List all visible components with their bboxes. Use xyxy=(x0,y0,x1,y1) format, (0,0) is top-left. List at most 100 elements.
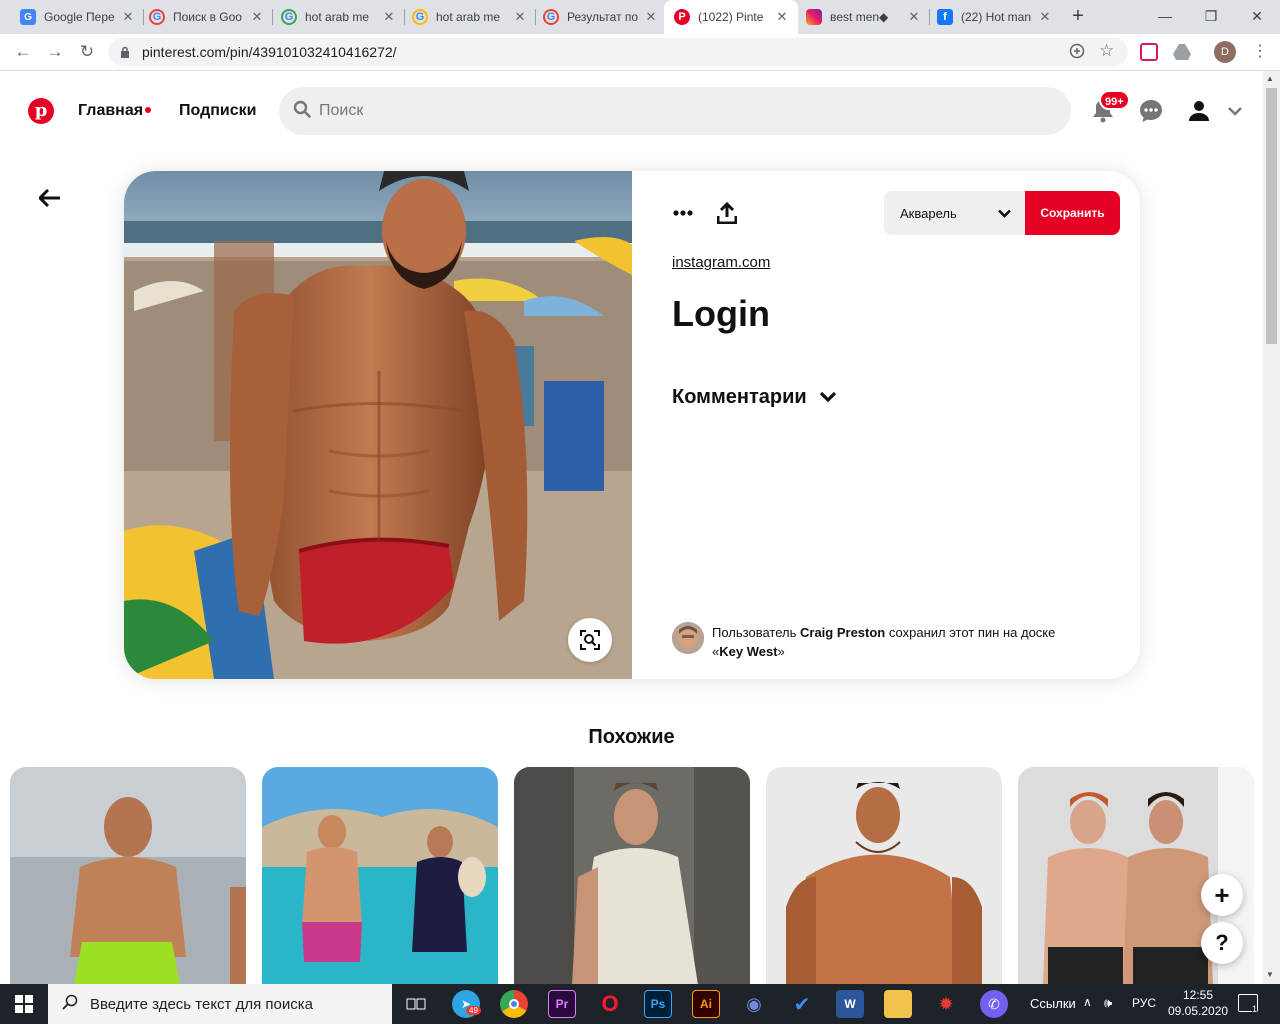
similar-pins-heading: Похожие xyxy=(588,726,675,748)
taskbar-clock[interactable]: 12:55 09.05.2020 xyxy=(1168,987,1228,1019)
comments-toggle[interactable]: Комментарии xyxy=(672,386,837,409)
new-tab-button[interactable]: + xyxy=(1066,5,1090,29)
todo-icon[interactable]: ✔ xyxy=(788,990,816,1018)
scrollbar-thumb[interactable] xyxy=(1266,88,1277,344)
account-chevron-down-icon[interactable] xyxy=(1220,96,1250,126)
close-window-button[interactable]: ✕ xyxy=(1234,0,1280,34)
photoshop-icon[interactable]: Ps xyxy=(644,990,672,1018)
nav-home-link[interactable]: Главная xyxy=(78,102,143,120)
input-language[interactable]: РУС xyxy=(1132,996,1156,1010)
viber-icon[interactable]: ✆ xyxy=(980,990,1008,1018)
pin-title: Login xyxy=(672,293,770,334)
restore-button[interactable]: ❐ xyxy=(1188,0,1234,34)
similar-pin-3[interactable] xyxy=(514,767,750,985)
facebook-icon: f xyxy=(937,9,953,25)
back-icon[interactable]: ← xyxy=(12,42,34,64)
similar-pin-4[interactable] xyxy=(766,767,1002,985)
extension-pocket-icon[interactable] xyxy=(1140,43,1158,61)
similar-pin-1[interactable] xyxy=(10,767,246,985)
close-tab-icon[interactable]: ✕ xyxy=(643,9,659,25)
reload-icon[interactable]: ↻ xyxy=(76,42,98,64)
volume-icon[interactable]: 🕪 xyxy=(1104,995,1112,1011)
forward-icon[interactable]: → xyxy=(44,42,66,64)
discord-icon[interactable]: ◉ xyxy=(740,990,768,1018)
browser-tab[interactable]: f (22) Hot man ✕ xyxy=(927,0,1061,34)
save-button[interactable]: Сохранить xyxy=(1025,191,1120,235)
search-box[interactable] xyxy=(279,87,1071,135)
browser-tab[interactable]: G Google Пере ✕ xyxy=(10,0,144,34)
browser-tab-active[interactable]: P (1022) Pinte ✕ xyxy=(664,0,798,34)
pin-closeup-card xyxy=(124,171,1140,679)
browser-tab[interactable]: G Поиск в Goo ✕ xyxy=(139,0,273,34)
similar-pin-2[interactable] xyxy=(262,767,498,985)
board-select-label: Акварель xyxy=(900,205,957,221)
board-name-link[interactable]: Key West xyxy=(719,644,777,659)
illustrator-icon[interactable]: Ai xyxy=(692,990,720,1018)
scroll-down-icon[interactable]: ▼ xyxy=(1266,970,1274,979)
google-icon: G xyxy=(149,9,165,25)
close-tab-icon[interactable]: ✕ xyxy=(512,9,528,25)
home-new-dot xyxy=(145,107,151,113)
tray-expand-icon[interactable]: ∧ xyxy=(1083,995,1092,1009)
clock-date: 09.05.2020 xyxy=(1168,1004,1229,1018)
pinner-avatar[interactable] xyxy=(672,622,704,654)
taskbar-search-icon xyxy=(62,994,78,1014)
attribution-middle: сохранил этот пин на доске xyxy=(888,625,1056,640)
nav-following-link[interactable]: Подписки xyxy=(179,102,256,120)
more-options-icon[interactable] xyxy=(668,200,698,226)
notification-count: 1 xyxy=(1252,1004,1258,1014)
tab-title: (22) Hot man xyxy=(961,10,1032,24)
tray-links[interactable]: Ссылки xyxy=(1030,996,1076,1011)
profile-avatar[interactable]: D xyxy=(1214,41,1236,63)
chrome-icon[interactable] xyxy=(500,990,528,1018)
profile-icon[interactable] xyxy=(1184,96,1214,126)
taskbar-search-placeholder: Введите здесь текст для поиска xyxy=(90,995,313,1013)
browser-tab[interactable]: G hot arab me ✕ xyxy=(402,0,536,34)
premiere-icon[interactable]: Pr xyxy=(548,990,576,1018)
add-pin-button[interactable]: + xyxy=(1201,874,1243,916)
extension-drive-icon[interactable] xyxy=(1172,43,1192,61)
lock-icon xyxy=(120,46,130,58)
search-input[interactable] xyxy=(319,102,1019,120)
search-icon xyxy=(293,100,311,123)
clock-time: 12:55 xyxy=(1182,988,1214,1002)
zoom-add-icon[interactable] xyxy=(1068,42,1086,63)
browser-tab[interactable]: G Результат по ✕ xyxy=(533,0,667,34)
close-tab-icon[interactable]: ✕ xyxy=(120,9,136,25)
help-button[interactable]: ? xyxy=(1201,922,1243,964)
word-icon[interactable]: W xyxy=(836,990,864,1018)
game-icon[interactable]: ✹ xyxy=(932,990,960,1018)
source-link[interactable]: instagram.com xyxy=(672,254,770,271)
pinner-name-link[interactable]: Craig Preston xyxy=(800,625,885,640)
browser-menu-icon[interactable]: ⋮ xyxy=(1252,41,1268,61)
google-icon: G xyxy=(543,9,559,25)
browser-tab[interactable]: G hot arab me ✕ xyxy=(271,0,405,34)
browser-tab[interactable]: вest men◆ ✕ xyxy=(796,0,930,34)
close-tab-icon[interactable]: ✕ xyxy=(381,9,397,25)
tab-title: Результат по xyxy=(567,10,639,24)
close-tab-icon[interactable]: ✕ xyxy=(906,9,922,25)
scroll-up-icon[interactable]: ▲ xyxy=(1266,74,1274,83)
minimize-button[interactable]: — xyxy=(1142,0,1188,34)
windows-start-icon[interactable] xyxy=(0,984,48,1024)
close-tab-icon[interactable]: ✕ xyxy=(249,9,265,25)
pin-image[interactable] xyxy=(124,171,632,679)
close-tab-icon[interactable]: ✕ xyxy=(774,9,790,25)
tab-title: hot arab me xyxy=(305,10,370,24)
messages-icon[interactable] xyxy=(1136,96,1166,126)
opera-icon[interactable]: O xyxy=(596,990,624,1018)
address-bar[interactable]: pinterest.com/pin/439101032410416272/ ☆ xyxy=(108,38,1128,66)
telegram-badge: 49 xyxy=(466,1006,481,1015)
instagram-icon xyxy=(806,9,822,25)
task-view-icon[interactable] xyxy=(402,990,430,1018)
explorer-icon[interactable] xyxy=(884,990,912,1018)
back-arrow-icon[interactable] xyxy=(36,184,64,212)
bookmark-star-icon[interactable]: ☆ xyxy=(1099,41,1114,61)
close-tab-icon[interactable]: ✕ xyxy=(1037,9,1053,25)
taskbar-search-box[interactable]: Введите здесь текст для поиска xyxy=(48,984,392,1024)
share-icon[interactable] xyxy=(714,199,740,227)
board-select-dropdown[interactable]: Акварель xyxy=(884,191,1025,235)
pinterest-logo-icon[interactable]: p xyxy=(28,98,54,124)
visual-search-lens-icon[interactable] xyxy=(568,618,612,662)
google-translate-icon: G xyxy=(20,9,36,25)
